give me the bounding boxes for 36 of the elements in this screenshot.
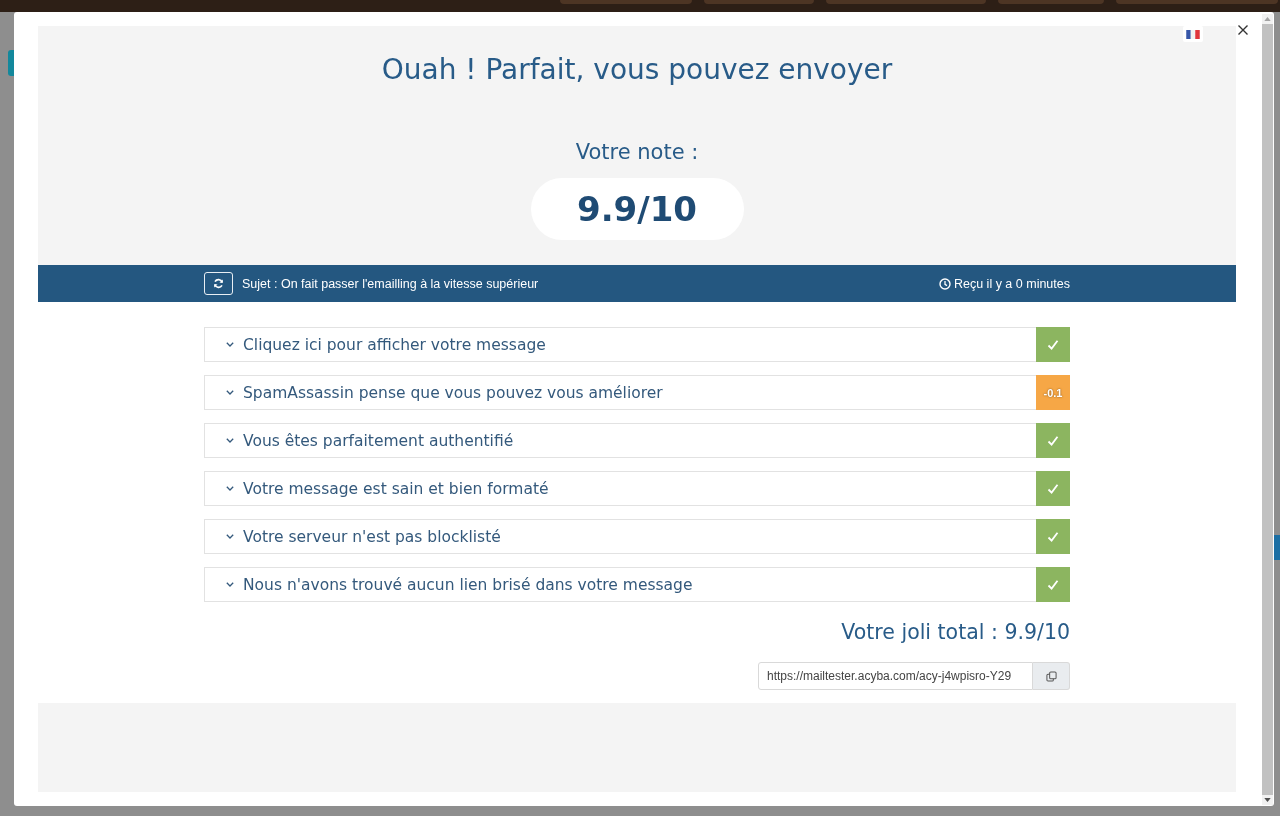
check-label: Cliquez ici pour afficher votre message [243,335,547,354]
result-title: Ouah ! Parfait, vous pouvez envoyer [381,53,893,87]
subject-text: Sujet : On fait passer l'emailling à la vitesse supérieur [242,276,539,291]
check-label: Votre serveur n'est pas blocklisté [243,527,502,546]
received-time: Reçu il y a 0 minutes [953,276,1070,291]
accordion-row[interactable]: Votre serveur n'est pas blocklisté [204,519,1070,554]
check-label: SpamAssassin pense que vous pouvez vous améliorer [243,383,664,402]
accordion-row[interactable]: Cliquez ici pour afficher votre message [204,327,1070,362]
score-label: Votre note : [575,139,699,165]
check-label: Votre message est sain et bien formaté [243,479,550,498]
clock-icon [938,277,951,290]
french-flag-icon[interactable] [1183,26,1203,42]
browser-tab[interactable] [1116,0,1278,4]
copy-button[interactable] [1033,662,1070,690]
accordion-row[interactable]: Votre message est sain et bien formaté [204,471,1070,506]
browser-tab[interactable] [560,0,692,4]
accordion-row[interactable]: Vous êtes parfaitement authentifié [204,423,1070,458]
button-edge[interactable] [1274,535,1280,560]
check-label: Vous êtes parfaitement authentifié [243,431,515,450]
arrow-down-icon[interactable] [1264,798,1271,802]
accordion-row[interactable]: SpamAssassin pense que vous pouvez vous améliorer -0.1 [204,375,1070,410]
check-label: Nous n'avons trouvé aucun lien brisé dans votre message [243,575,694,594]
accordion-row[interactable]: Nous n'avons trouvé aucun lien brisé dans votre message [204,567,1070,602]
close-icon [1238,25,1248,35]
refresh-button[interactable] [204,272,233,295]
arrow-up-icon[interactable] [1264,17,1271,21]
browser-tab[interactable] [998,0,1104,4]
browser-tab[interactable] [704,0,814,4]
score-value: 9.9/10 [530,178,744,240]
close-button[interactable] [1236,23,1250,37]
refresh-icon [213,278,224,289]
copy-icon [1045,670,1057,682]
link-field[interactable]: https://mailtester.acyba.com/acy-j4wpisro-Y29 [758,662,1033,690]
score-badge: -0.1 [1036,375,1070,410]
browser-tab[interactable] [826,0,986,4]
total-score: Votre joli total : 9.9/10 [840,619,1070,645]
